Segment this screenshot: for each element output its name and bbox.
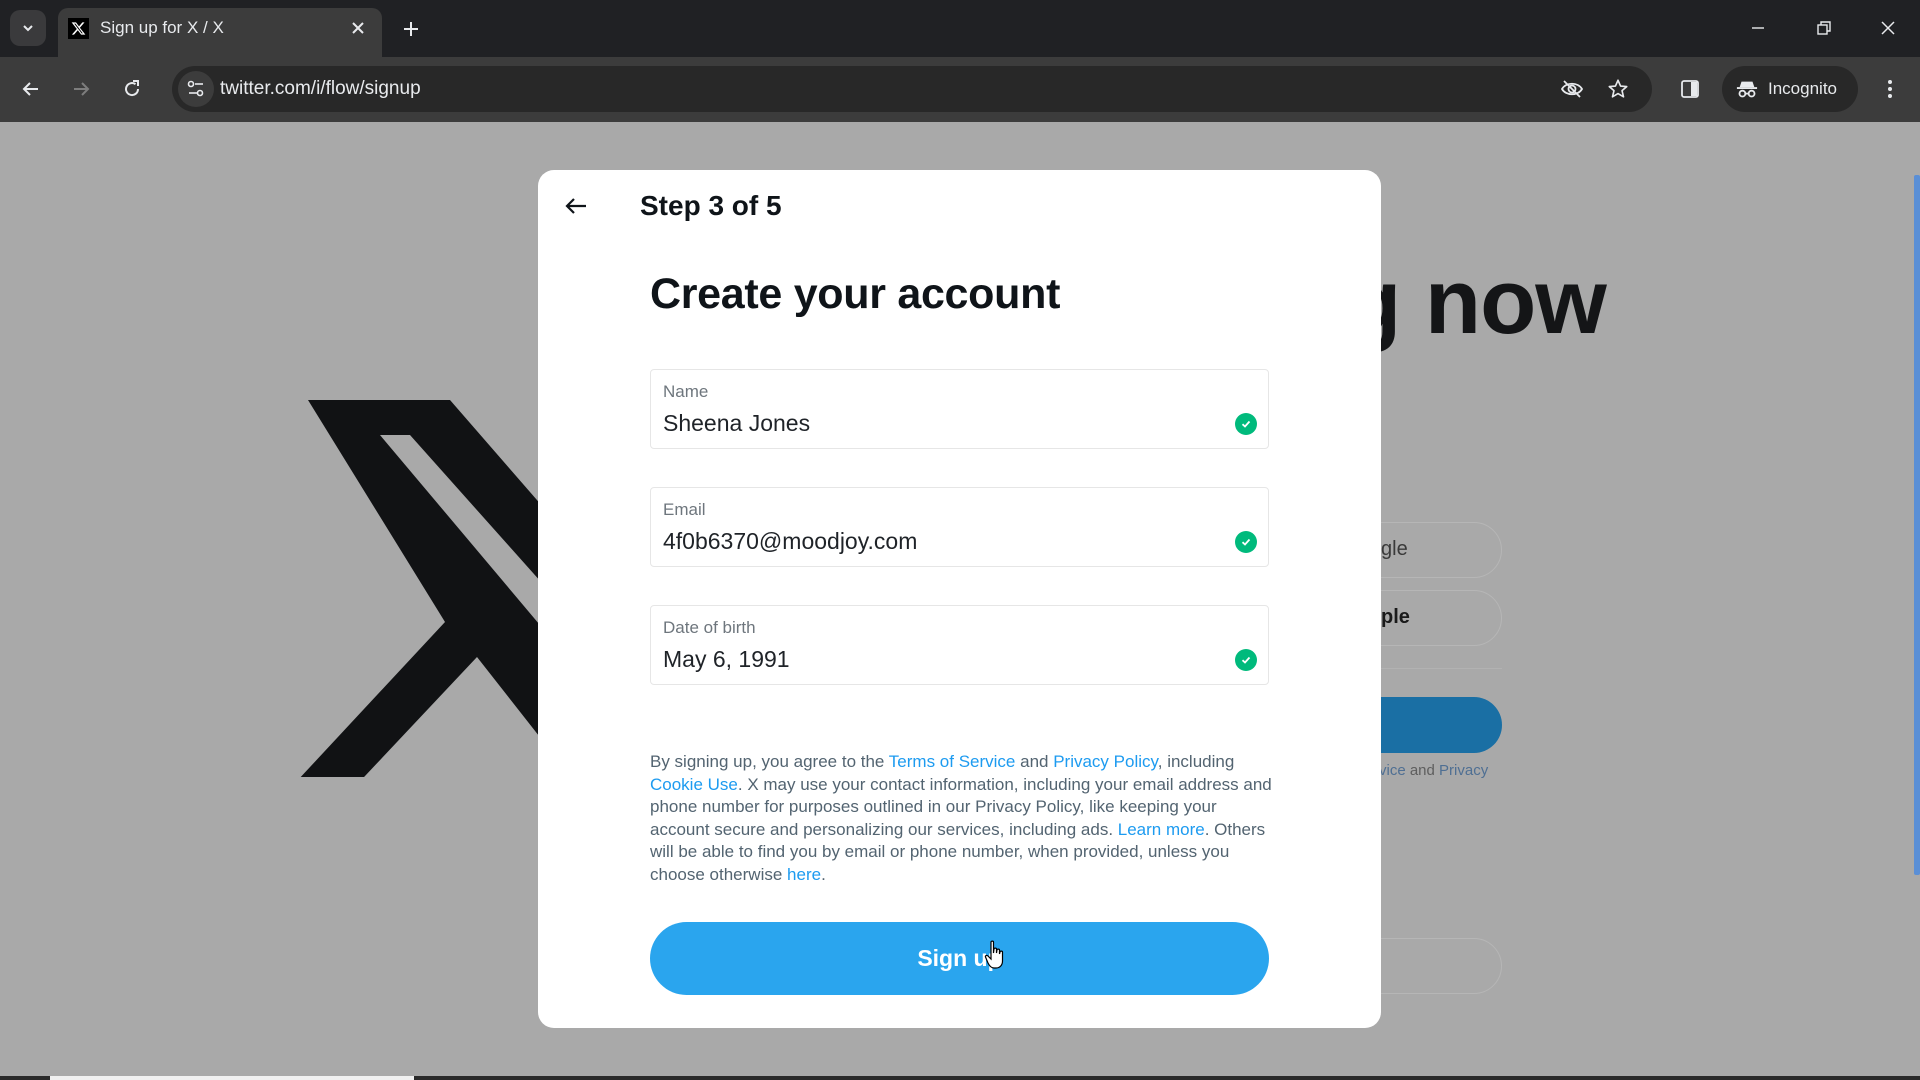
privacy-policy-link[interactable]: Privacy Policy — [1053, 752, 1158, 771]
tab-title: Sign up for X / X — [100, 18, 224, 37]
back-button[interactable] — [13, 71, 49, 107]
side-panel-icon — [1681, 80, 1699, 98]
x-logo-icon — [300, 400, 550, 777]
eye-off-icon — [1560, 80, 1584, 98]
cookie-use-link[interactable]: Cookie Use — [650, 775, 738, 794]
signup-modal: Step 3 of 5 Create your account Name Ema… — [538, 170, 1381, 1028]
browser-tab-active[interactable]: Sign up for X / X — [58, 8, 382, 57]
forward-button[interactable] — [63, 71, 99, 107]
background-pill-label: ple — [1381, 606, 1410, 628]
incognito-icon — [1736, 81, 1758, 98]
url-text[interactable]: twitter.com/i/flow/signup — [220, 78, 421, 100]
modal-back-button[interactable] — [558, 188, 594, 224]
terms-of-service-link[interactable]: Terms of Service — [889, 752, 1016, 771]
check-circle-icon — [1235, 413, 1257, 435]
name-input[interactable] — [663, 410, 1203, 437]
close-icon — [352, 22, 364, 34]
email-input[interactable] — [663, 528, 1203, 555]
close-window-button[interactable] — [1868, 10, 1908, 46]
close-icon — [1881, 21, 1895, 35]
hand-cursor-icon — [984, 940, 1004, 969]
email-label: Email — [663, 500, 706, 519]
plus-icon — [404, 22, 418, 36]
reload-button[interactable] — [114, 71, 150, 107]
check-circle-icon — [1235, 531, 1257, 553]
date-of-birth-input[interactable] — [663, 646, 1203, 673]
x-logo-icon — [68, 18, 89, 39]
date-of-birth-label: Date of birth — [663, 618, 756, 637]
date-of-birth-field[interactable]: Date of birth — [650, 605, 1269, 685]
check-circle-icon — [1235, 649, 1257, 671]
legal-disclaimer: By signing up, you agree to the Terms of… — [650, 752, 1272, 884]
learn-more-link[interactable]: Learn more — [1118, 820, 1205, 839]
incognito-label: Incognito — [1768, 79, 1837, 98]
here-link[interactable]: here — [787, 865, 821, 884]
more-vertical-icon — [1888, 80, 1892, 98]
modal-title: Create your account — [650, 270, 1061, 318]
restore-button[interactable] — [1804, 10, 1844, 46]
tab-close-button[interactable] — [346, 16, 370, 40]
background-pill-label: gle — [1381, 538, 1408, 560]
sign-up-button[interactable]: Sign up — [650, 922, 1269, 995]
address-bar[interactable]: twitter.com/i/flow/signup — [172, 66, 1652, 112]
step-indicator: Step 3 of 5 — [640, 190, 782, 221]
email-field[interactable]: Email — [650, 487, 1269, 567]
browser-menu-button[interactable] — [1872, 71, 1908, 107]
minimize-icon — [1752, 27, 1764, 29]
chevron-down-icon — [23, 25, 33, 32]
minimize-button[interactable] — [1738, 10, 1778, 46]
tab-search-button[interactable] — [10, 10, 46, 46]
site-info-button[interactable] — [178, 71, 214, 107]
browser-toolbar: twitter.com/i/flow/signup Incognito — [0, 57, 1920, 122]
new-tab-button[interactable] — [396, 14, 426, 44]
star-icon — [1608, 79, 1628, 98]
background-legal-text: rvice and Privacy — [1374, 762, 1489, 779]
page-scrollbar-thumb[interactable] — [1914, 175, 1920, 875]
horizontal-scrollbar-thumb[interactable] — [50, 1076, 414, 1080]
incognito-indicator[interactable]: Incognito — [1722, 66, 1858, 112]
tracking-protection-button[interactable] — [1558, 75, 1586, 103]
reload-icon — [125, 80, 140, 97]
name-field[interactable]: Name — [650, 369, 1269, 449]
arrow-left-icon — [22, 82, 38, 96]
bookmark-button[interactable] — [1604, 75, 1632, 103]
restore-icon — [1817, 21, 1831, 35]
arrow-right-icon — [74, 82, 90, 96]
tune-icon — [187, 80, 204, 97]
browser-titlebar: Sign up for X / X — [0, 0, 1920, 57]
arrow-left-icon — [565, 198, 586, 214]
name-label: Name — [663, 382, 709, 401]
side-panel-button[interactable] — [1672, 71, 1708, 107]
